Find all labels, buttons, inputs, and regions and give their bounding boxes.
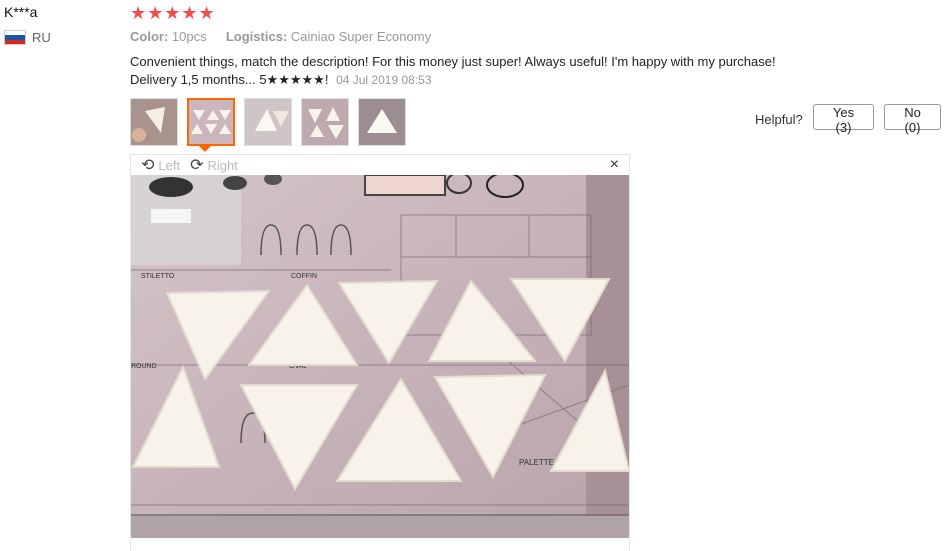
rotate-left-button[interactable]: ⟲ Left — [141, 155, 180, 175]
thumbnail-1[interactable] — [130, 98, 178, 146]
active-thumbnail-caret — [199, 146, 211, 152]
rotate-left-icon: ⟲ — [141, 157, 155, 174]
reviewer-country: RU — [4, 30, 51, 45]
thumbnail-4[interactable] — [301, 98, 349, 146]
photo-label-stiletto: STILETTO — [141, 273, 175, 280]
color-label: Color: — [130, 29, 169, 44]
star-rating: ★★★★★ — [130, 3, 216, 23]
review-date: 04 Jul 2019 08:53 — [336, 73, 432, 87]
photo-label-coffin: COFFIN — [291, 273, 317, 280]
thumbnail-2[interactable] — [187, 98, 235, 146]
viewer-toolbar: ⟲ Left ⟳ Right × — [131, 155, 629, 175]
photo-label-round: ROUND — [131, 363, 157, 370]
helpful-no-button[interactable]: No (0) — [884, 104, 941, 135]
image-viewer: ⟲ Left ⟳ Right × STILETTO COFFIN ROUND O… — [130, 154, 630, 551]
helpful-label: Helpful? — [755, 112, 803, 127]
thumbnail-5[interactable] — [358, 98, 406, 146]
review-text: Convenient things, match the description… — [130, 53, 850, 89]
rotate-right-icon: ⟳ — [190, 157, 204, 174]
rotate-left-label: Left — [158, 157, 181, 173]
review-line-2-text: Delivery 1,5 months... 5★★★★★! — [130, 72, 329, 87]
review-line-1: Convenient things, match the description… — [130, 54, 776, 69]
logistics-value: Cainiao Super Economy — [290, 29, 432, 44]
order-meta: Color: 10pcs Logistics: Cainiao Super Ec… — [130, 29, 431, 44]
thumbnail-strip — [130, 98, 415, 146]
russia-flag-icon — [4, 30, 26, 45]
rotate-right-button[interactable]: ⟳ Right — [190, 155, 238, 175]
review-photo: STILETTO COFFIN ROUND OVAL PALETTE — [131, 175, 629, 538]
helpful-yes-button[interactable]: Yes (3) — [813, 104, 874, 135]
photo-label-palette: PALETTE — [519, 458, 554, 467]
country-code: RU — [32, 30, 51, 45]
reviewer-name: K***a — [4, 4, 38, 20]
color-value: 10pcs — [171, 29, 207, 44]
logistics-label: Logistics: — [225, 29, 288, 44]
rotate-right-label: Right — [207, 157, 238, 173]
close-viewer-button[interactable]: × — [610, 156, 619, 174]
review-line-2: Delivery 1,5 months... 5★★★★★! 04 Jul 20… — [130, 71, 850, 89]
thumbnail-3[interactable] — [244, 98, 292, 146]
